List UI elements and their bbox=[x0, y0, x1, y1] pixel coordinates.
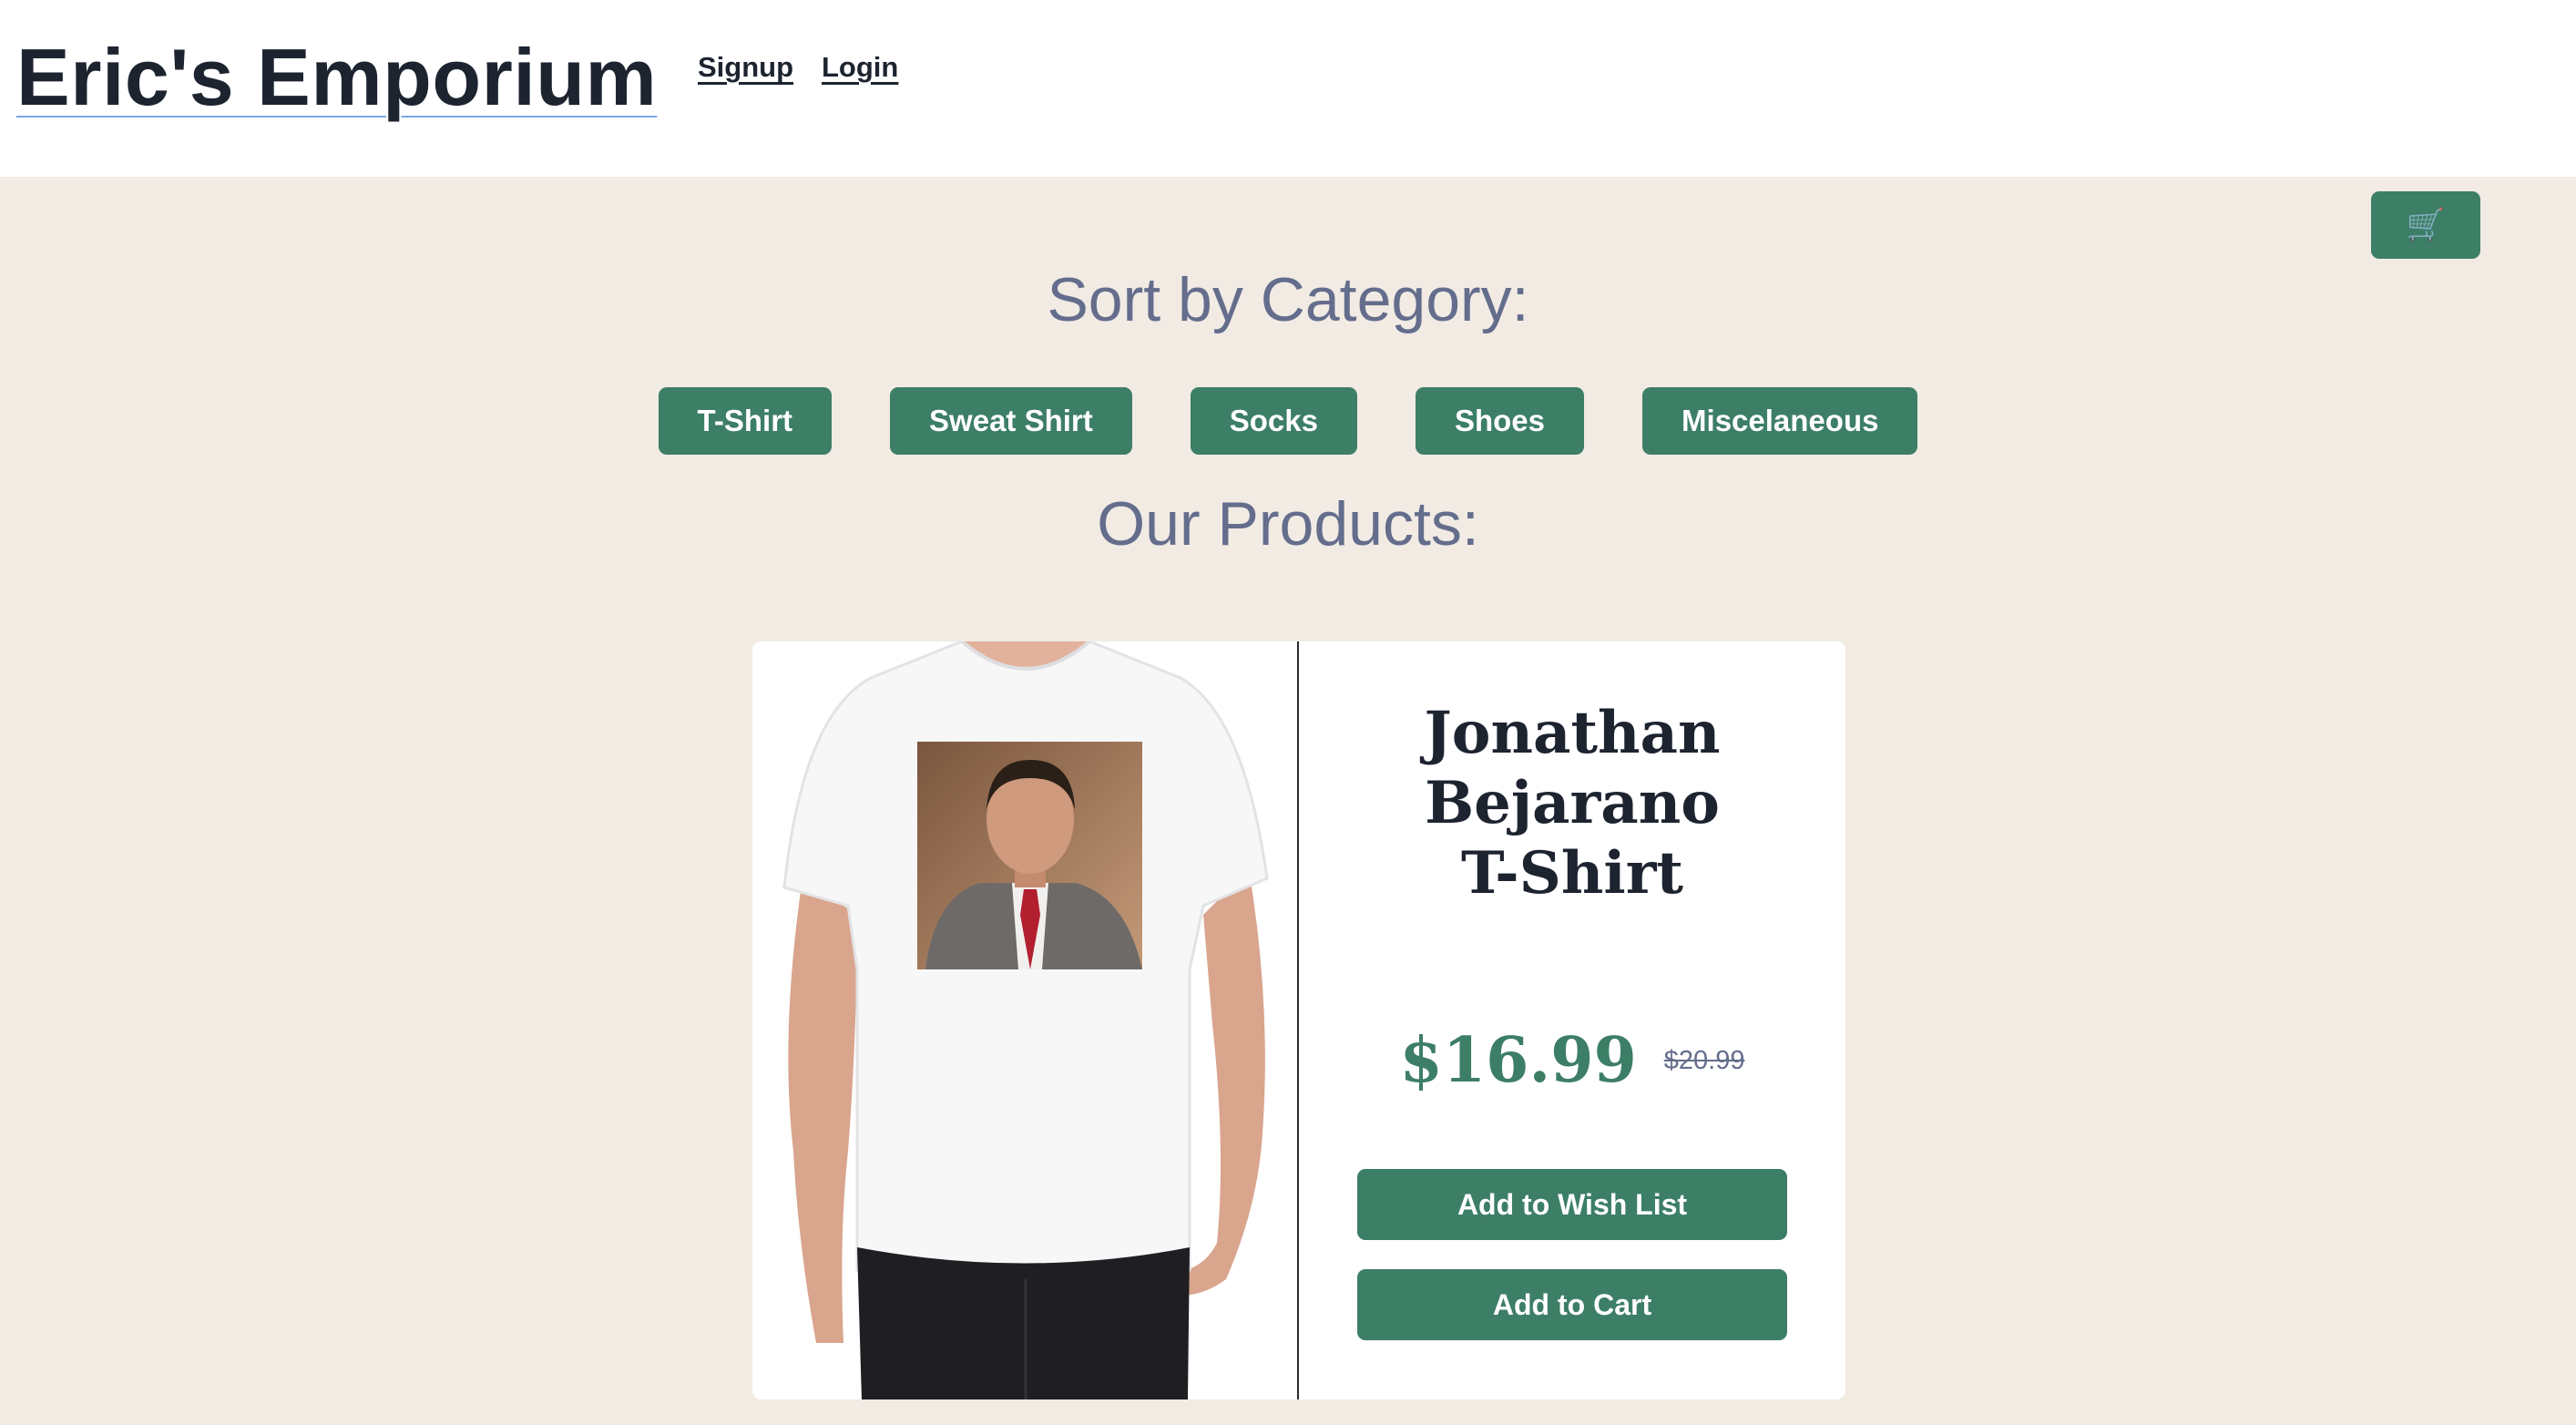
site-brand-link[interactable]: Eric's Emporium bbox=[16, 31, 657, 124]
category-socks-button[interactable]: Socks bbox=[1190, 387, 1357, 455]
add-to-cart-button[interactable]: Add to Cart bbox=[1357, 1269, 1787, 1340]
price-row: $16.99 $20.99 bbox=[1299, 1024, 1845, 1097]
login-link[interactable]: Login bbox=[822, 51, 898, 84]
product-info: Jonathan Bejarano T-Shirt $16.99 $20.99 … bbox=[1299, 641, 1845, 1399]
cart-button[interactable]: 🛒 bbox=[2371, 191, 2480, 259]
cart-icon: 🛒 bbox=[2406, 208, 2446, 242]
product-name-line: T-Shirt bbox=[1461, 839, 1683, 907]
category-shoes-button[interactable]: Shoes bbox=[1415, 387, 1585, 455]
product-name-line: Jonathan bbox=[1424, 699, 1721, 767]
add-to-wish-list-button[interactable]: Add to Wish List bbox=[1357, 1169, 1787, 1240]
site-header: Eric's Emporium Signup Login bbox=[0, 0, 2576, 177]
category-tshirt-button[interactable]: T-Shirt bbox=[658, 387, 833, 455]
sale-price: $16.99 bbox=[1399, 1024, 1637, 1097]
product-name-line: Bejarano bbox=[1425, 769, 1720, 837]
our-products-heading: Our Products: bbox=[1097, 489, 1479, 559]
category-miscelaneous-button[interactable]: Miscelaneous bbox=[1642, 387, 1918, 455]
product-image bbox=[752, 641, 1299, 1399]
original-price: $20.99 bbox=[1663, 1045, 1745, 1075]
signup-link[interactable]: Signup bbox=[698, 51, 793, 84]
product-name: Jonathan Bejarano T-Shirt bbox=[1299, 698, 1845, 908]
product-card: Jonathan Bejarano T-Shirt $16.99 $20.99 … bbox=[752, 641, 1845, 1399]
category-sweatshirt-button[interactable]: Sweat Shirt bbox=[890, 387, 1132, 455]
tshirt-photo-illustration bbox=[782, 641, 1269, 1399]
sort-by-category-heading: Sort by Category: bbox=[1047, 265, 1529, 334]
category-filter-bar: T-Shirt Sweat Shirt Socks Shoes Miscelan… bbox=[0, 387, 2576, 455]
